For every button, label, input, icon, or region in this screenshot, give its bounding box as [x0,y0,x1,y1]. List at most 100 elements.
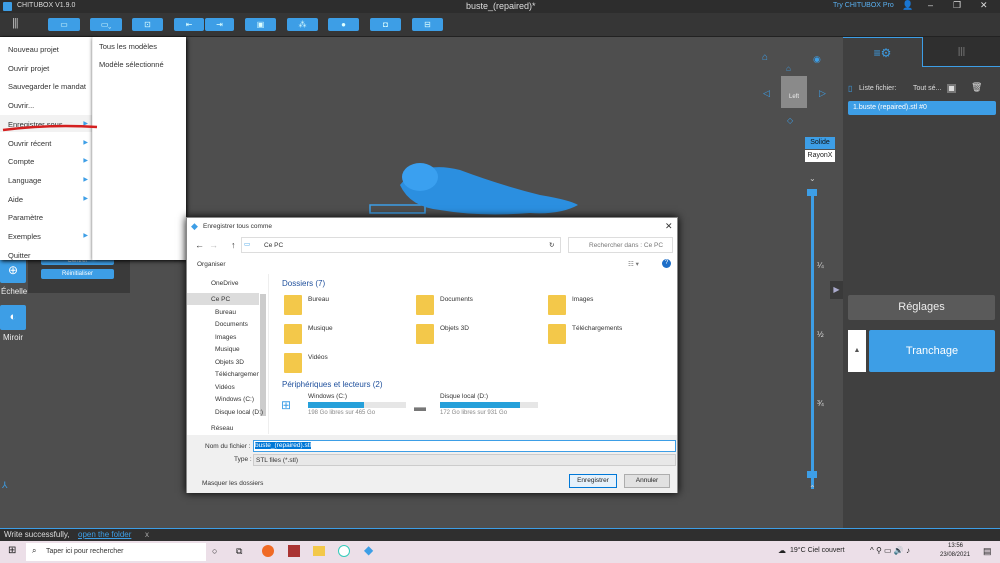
address-bar[interactable]: ▭ Ce PC [241,237,561,253]
nav-scrollbar[interactable] [260,294,266,416]
submenu-item-selected-model[interactable]: Modèle sélectionné [99,60,164,69]
tab-supports[interactable]: Ⅲ [922,37,1000,67]
folder-desktop[interactable]: Bureau [308,296,329,303]
folder-3d-objects[interactable]: Objets 3D [440,325,469,332]
save-button[interactable]: Enregistrer [569,474,617,488]
back-arrow-icon[interactable]: ← [195,240,204,250]
taskbar-search-box[interactable]: ⌕ Taper ici pour rechercher [26,543,206,561]
menu-item[interactable]: Language ▶ [0,171,92,188]
layout-icon[interactable]: ▣ [245,18,276,31]
task-view-icon[interactable]: ⧉ [236,546,242,557]
app-icon[interactable] [288,545,300,557]
view-cube[interactable]: Left [781,76,807,108]
import-icon[interactable]: ⊡ [132,18,163,31]
try-pro-link[interactable]: Try CHITUBOX Pro [833,2,894,9]
cancel-button[interactable]: Annuler [624,474,670,488]
undo-icon[interactable]: ⇤ [174,18,204,31]
folder-downloads[interactable]: Téléchargements [572,325,622,332]
settings-button[interactable]: Réglages [848,295,995,320]
menu-item[interactable]: Quitter [0,246,92,263]
organize-button[interactable]: Organiser [197,261,226,268]
rotate-left-icon[interactable]: ◁ [763,88,770,99]
drives-group-header[interactable]: Périphériques et lecteurs (2) [282,380,383,389]
maximize-button[interactable]: ❐ [953,0,961,11]
refresh-icon[interactable]: ↻ [549,241,554,249]
menu-item[interactable]: Ouvrir récent ▶ [0,134,92,151]
panel-collapse-toggle[interactable]: ▶ [830,281,843,299]
system-tray-icons[interactable]: ^ ⚲ ▭ 🔊 ♪ [870,546,910,555]
nav-downloads[interactable]: Téléchargements [215,371,259,378]
folders-group-header[interactable]: Dossiers (7) [282,279,325,288]
windows-start-icon[interactable]: ⊞ [8,545,16,556]
folder-documents[interactable]: Documents [440,296,473,303]
slider-top-handle[interactable] [807,189,817,196]
nav-desktop[interactable]: Bureau [215,309,236,316]
nav-network[interactable]: Réseau [211,425,233,432]
support-icon[interactable]: ● [328,18,359,31]
bottom-view-icon[interactable]: ◇ [787,116,793,125]
firefox-icon[interactable] [262,545,274,557]
slider-bottom-handle[interactable] [807,471,817,478]
user-icon[interactable]: 👤 [902,0,913,11]
file-list-item[interactable]: 1.buste (repaired).stl #0 [848,101,996,115]
menu-item[interactable]: Ouvrir... [0,96,92,113]
hollow-icon[interactable]: ◘ [370,18,401,31]
cortana-icon[interactable]: ○ [212,546,217,556]
hamburger-menu-icon[interactable]: ||| [12,17,19,29]
rotate-right-icon[interactable]: ▷ [819,88,826,99]
crop-icon[interactable]: ⊟ [412,18,443,31]
forward-arrow-icon[interactable]: → [209,240,218,250]
help-icon[interactable]: ? [662,259,671,268]
drive-c-name[interactable]: Windows (C:) [308,393,347,400]
nav-this-pc[interactable]: Ce PC [211,296,230,303]
open-folder-link[interactable]: open the folder [78,530,131,539]
slider-down-chevron[interactable]: ⌄ [809,174,816,183]
menu-item[interactable]: Compte ▶ [0,152,92,169]
menu-item[interactable]: Sauvegarder le mandat [0,77,92,94]
minimize-button[interactable]: – [928,0,933,10]
folder-images[interactable]: Images [572,296,593,303]
model-preview[interactable] [360,155,585,225]
close-button[interactable]: ✕ [980,0,988,11]
menu-item[interactable]: Exemples ▶ [0,227,92,244]
hide-folders-toggle[interactable]: Masquer les dossiers [202,480,263,487]
slider-up-chevron[interactable]: ⌃ [809,484,816,493]
eye-icon[interactable]: ◉ [813,54,821,65]
type-select[interactable]: STL files (*.stl) [253,454,676,466]
layer-slider-track[interactable] [811,193,814,489]
save-icon[interactable]: ▭ˬ [90,18,122,31]
file-explorer-icon[interactable] [313,546,325,556]
menu-item[interactable]: Ouvrir projet [0,59,92,76]
nav-images[interactable]: Images [215,334,236,341]
menu-item[interactable]: Aide ▶ [0,190,92,207]
weather-text[interactable]: 19°C Ciel couvert [790,547,845,554]
nav-videos[interactable]: Vidéos [215,384,235,391]
nav-drive-c[interactable]: Windows (C:) [215,396,254,403]
status-close-button[interactable]: x [145,530,149,539]
nav-3d-objects[interactable]: Objets 3D [215,359,244,366]
search-input[interactable]: Rechercher dans : Ce PC [568,237,673,253]
nav-onedrive[interactable]: OneDrive [211,280,238,287]
nav-music[interactable]: Musique [215,346,240,353]
nav-documents[interactable]: Documents [215,321,248,328]
select-all-checkbox[interactable] [947,84,956,93]
nav-drive-d[interactable]: Disque local (D:) [215,409,263,416]
tab-settings[interactable]: ≡⚙ [843,37,922,67]
top-view-icon[interactable]: ⌂ [786,64,791,73]
up-arrow-icon[interactable]: ↑ [231,240,236,250]
drive-d-name[interactable]: Disque local (D:) [440,393,488,400]
tree-icon[interactable]: ⁂ [287,18,318,31]
notification-icon[interactable]: ▤ [983,546,992,557]
folder-music[interactable]: Musique [308,325,333,332]
chitubox-taskbar-icon[interactable]: ◆ [364,543,373,557]
mirror-tool-button[interactable]: ◐ [0,305,26,330]
redo-icon[interactable]: ⇥ [205,18,234,31]
menu-item[interactable]: Paramètre [0,208,92,225]
folder-videos[interactable]: Vidéos [308,354,328,361]
clock-date[interactable]: 23/08/2021 [940,552,970,558]
open-folder-icon[interactable]: ▭ [48,18,80,31]
home-view-icon[interactable]: ⌂ [762,52,768,63]
xray-mode-button[interactable]: RayonX [805,150,835,162]
view-options-icon[interactable]: ☷ ▾ [628,260,639,268]
menu-item[interactable]: Nouveau projet [0,40,92,57]
